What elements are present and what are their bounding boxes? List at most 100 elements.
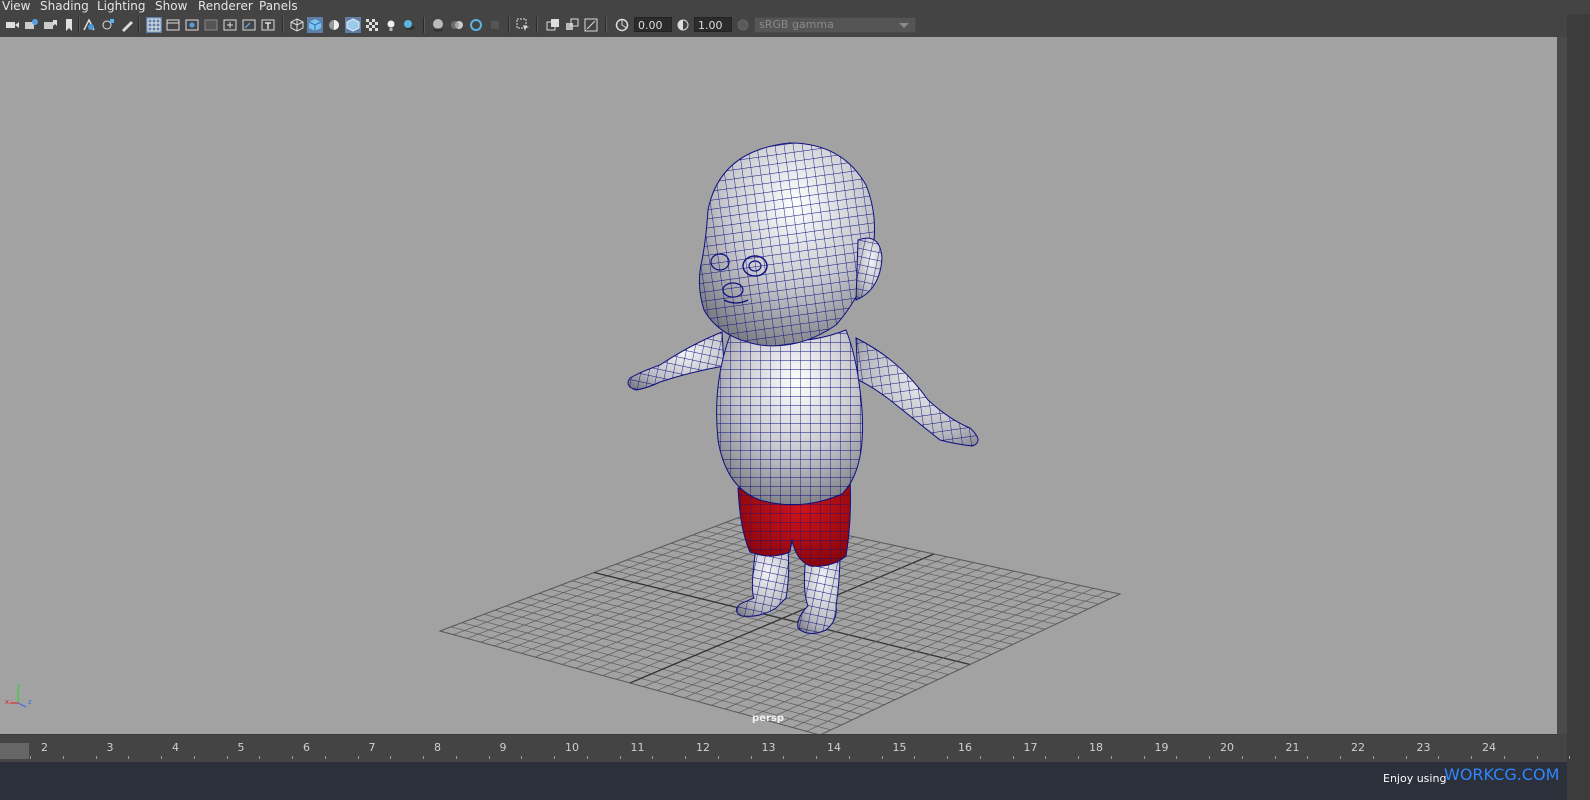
frame-label: 11 (630, 741, 645, 754)
frame-tick (128, 756, 130, 759)
enjoy-text: Enjoy using (1383, 772, 1447, 785)
frame-tick (357, 756, 359, 759)
anti-aliasing-icon[interactable] (468, 17, 484, 33)
isolate-select-icon[interactable] (515, 17, 531, 33)
frame-label: 10 (565, 741, 579, 754)
grid-icon[interactable] (146, 17, 162, 33)
head-mesh (698, 142, 883, 347)
frame-tick (62, 756, 64, 759)
textured-icon[interactable] (364, 17, 380, 33)
menu-view[interactable]: View (2, 0, 30, 14)
color-management-icon[interactable] (735, 17, 751, 33)
grease-pencil-icon[interactable] (100, 17, 116, 33)
frame-label: 7 (368, 741, 376, 754)
time-slider[interactable]: 2 3 4 5 6 7 8 9 10 11 12 13 14 15 16 17 18 19 20 21 22 23 24 (0, 741, 1571, 761)
film-gate-icon[interactable] (165, 17, 181, 33)
menu-renderer[interactable]: Renderer (198, 0, 253, 14)
exposure-field[interactable]: 0.00 (634, 17, 672, 32)
frame-tick (259, 756, 261, 759)
frame-tick (30, 756, 31, 759)
frame-label: 20 (1220, 741, 1234, 754)
screen-space-ao-icon[interactable] (430, 17, 446, 33)
frame-tick (1307, 756, 1309, 759)
camera-attributes-icon[interactable] (23, 17, 39, 33)
gamma-field[interactable]: 1.00 (694, 17, 732, 32)
frame-tick (488, 756, 490, 759)
safe-action-icon[interactable] (241, 17, 257, 33)
frame-tick (1110, 756, 1112, 759)
frame-tick (455, 756, 457, 759)
frame-tick (1209, 756, 1210, 759)
brand-logo: WORKCG.COM (1444, 765, 1560, 784)
frame-label: 13 (761, 741, 776, 754)
frame-label: 23 (1416, 741, 1431, 754)
grid-toggle-pencil-icon[interactable] (119, 17, 135, 33)
frame-tick (783, 756, 785, 759)
frame-label: 5 (237, 741, 245, 754)
frame-tick (1372, 756, 1374, 759)
frame-tick (685, 756, 686, 759)
axis-label-y: y (17, 683, 21, 690)
menu-show[interactable]: Show (155, 0, 187, 14)
viewport-edge (1557, 37, 1567, 734)
frame-tick (1536, 756, 1538, 759)
frame-tick (1012, 756, 1014, 759)
exposure-icon[interactable] (614, 17, 630, 33)
select-camera-icon[interactable] (4, 17, 20, 33)
image-plane-icon[interactable] (61, 17, 77, 33)
frame-label: 12 (696, 741, 710, 754)
menu-bar: View Shading Lighting Show Renderer Pane… (0, 0, 1590, 14)
frame-label: 21 (1285, 741, 1300, 754)
current-time-marker[interactable] (0, 743, 29, 759)
default-lighting-icon[interactable] (326, 17, 342, 33)
2d-pan-zoom-icon[interactable] (81, 17, 97, 33)
safe-title-icon[interactable] (260, 17, 276, 33)
bookmark-icon[interactable] (42, 17, 58, 33)
depth-of-field-icon[interactable] (487, 17, 503, 33)
xray-joints-icon[interactable] (564, 17, 580, 33)
gate-mask-icon[interactable] (203, 17, 219, 33)
color-space-dropdown[interactable]: sRGB gamma (754, 17, 916, 33)
frame-tick (226, 756, 228, 759)
scene-canvas[interactable] (0, 37, 1557, 734)
frame-label: 8 (434, 741, 441, 754)
motion-blur-icon[interactable] (449, 17, 465, 33)
frame-tick (95, 756, 97, 759)
frame-label: 24 (1482, 741, 1496, 754)
right-arm (855, 337, 979, 447)
wireframe-icon[interactable] (289, 17, 305, 33)
use-all-lights-icon[interactable] (383, 17, 399, 33)
xray-components-icon[interactable] (583, 17, 599, 33)
gamma-icon[interactable] (675, 17, 691, 33)
axis-label-x: x (5, 698, 9, 706)
frame-tick (324, 756, 326, 759)
torso-mesh (716, 329, 864, 506)
xray-icon[interactable] (545, 17, 561, 33)
menu-panels[interactable]: Panels (259, 0, 298, 14)
frame-tick (423, 756, 424, 759)
frame-tick (1143, 756, 1145, 759)
menu-lighting[interactable]: Lighting (97, 0, 146, 14)
menu-shading[interactable]: Shading (40, 0, 89, 14)
frame-tick (1241, 756, 1243, 759)
frame-label: 2 (41, 741, 48, 754)
frame-tick (947, 756, 948, 759)
field-chart-icon[interactable] (222, 17, 238, 33)
wireframe-on-shaded-icon[interactable] (345, 17, 361, 33)
camera-label: persp (752, 713, 784, 724)
left-leg (736, 547, 790, 617)
resolution-gate-icon[interactable] (184, 17, 200, 33)
shadows-icon[interactable] (401, 17, 417, 33)
character-mesh[interactable] (627, 142, 979, 634)
frame-tick (979, 756, 981, 759)
frame-tick (1274, 756, 1276, 759)
smooth-shade-icon[interactable] (307, 17, 323, 33)
viewport-persp[interactable]: persp y x z (0, 37, 1557, 735)
window-right-edge (1567, 14, 1590, 800)
frame-tick (1078, 756, 1079, 759)
frame-tick (1405, 756, 1407, 759)
frame-label: 17 (1023, 741, 1038, 754)
frame-tick (1045, 756, 1047, 759)
frame-tick (1340, 756, 1341, 759)
frame-tick (1438, 756, 1440, 759)
